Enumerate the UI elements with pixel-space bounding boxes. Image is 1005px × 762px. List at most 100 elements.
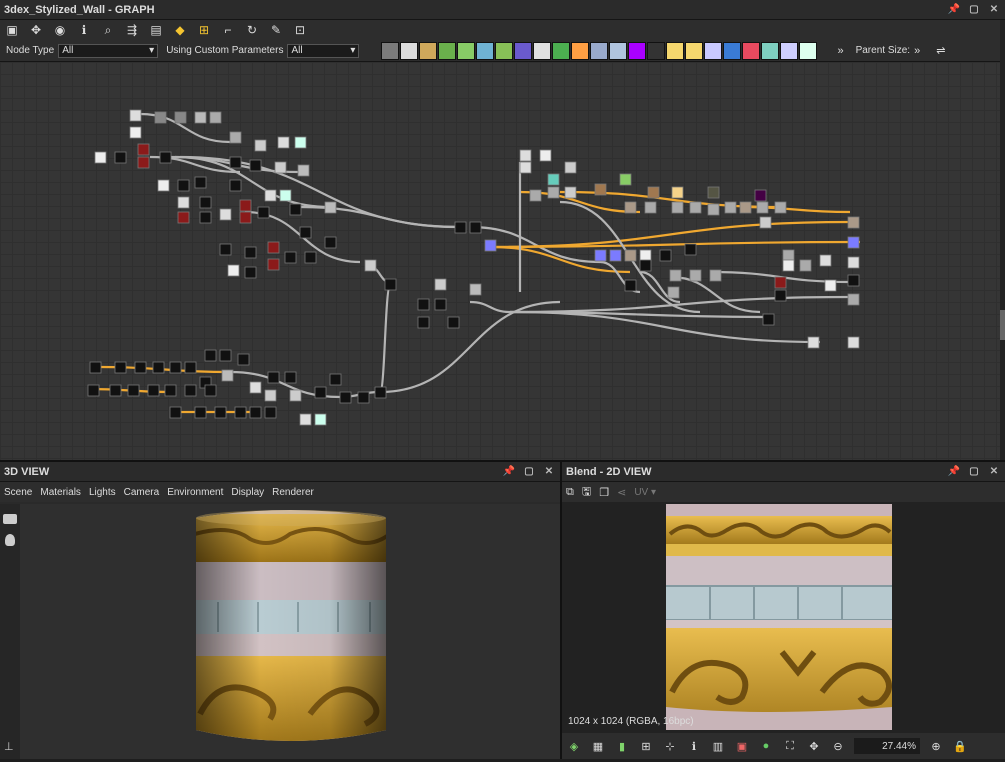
menu-environment[interactable]: Environment: [167, 487, 223, 498]
pan-icon[interactable]: ✥: [28, 22, 44, 38]
graph-node[interactable]: [169, 406, 182, 419]
graph-node[interactable]: [114, 151, 127, 164]
graph-node[interactable]: [329, 373, 342, 386]
graph-node[interactable]: [221, 369, 234, 382]
graph-node[interactable]: [774, 201, 787, 214]
graph-node[interactable]: [237, 353, 250, 366]
graph-node[interactable]: [669, 269, 682, 282]
python-icon[interactable]: ◆: [172, 22, 188, 38]
graph-node[interactable]: [671, 201, 684, 214]
graph-node[interactable]: [267, 371, 280, 384]
graph-node[interactable]: [239, 211, 252, 224]
graph-node[interactable]: [184, 384, 197, 397]
graph-node[interactable]: [194, 111, 207, 124]
graph-node[interactable]: [267, 258, 280, 271]
texture-preview[interactable]: 1024 x 1024 (RGBA, 16bpc): [562, 502, 1005, 733]
graph-node[interactable]: [609, 249, 622, 262]
light-bulb-icon[interactable]: [5, 534, 15, 546]
graph-node[interactable]: [264, 189, 277, 202]
library-node-icon[interactable]: [514, 41, 533, 60]
graph-node[interactable]: [364, 259, 377, 272]
info-icon[interactable]: ℹ: [686, 738, 702, 754]
graph-node[interactable]: [244, 246, 257, 259]
graph-node[interactable]: [824, 279, 837, 292]
tools-icon[interactable]: ✎: [268, 22, 284, 38]
duplicate-icon[interactable]: ❐: [599, 486, 609, 499]
graph-node[interactable]: [756, 201, 769, 214]
graph-node[interactable]: [847, 256, 860, 269]
graph-node[interactable]: [564, 161, 577, 174]
graph-node[interactable]: [357, 391, 370, 404]
connect-icon[interactable]: ⌐: [220, 22, 236, 38]
graph-node[interactable]: [204, 349, 217, 362]
color-picker-icon[interactable]: ▣: [734, 738, 750, 754]
flow-icon[interactable]: ⇶: [124, 22, 140, 38]
library-node-icon[interactable]: [780, 41, 799, 60]
refresh-icon[interactable]: ↻: [244, 22, 260, 38]
graph-node[interactable]: [177, 179, 190, 192]
graph-node[interactable]: [199, 196, 212, 209]
view2d-viewport[interactable]: 1024 x 1024 (RGBA, 16bpc): [562, 502, 1005, 733]
graph-node[interactable]: [799, 259, 812, 272]
menu-lights[interactable]: Lights: [89, 487, 116, 498]
video-camera-icon[interactable]: [3, 514, 17, 524]
graph-node[interactable]: [434, 278, 447, 291]
maximize-icon[interactable]: ▢: [967, 465, 981, 479]
graph-node[interactable]: [624, 279, 637, 292]
link-mode-icon[interactable]: ⇌: [936, 44, 945, 57]
graph-node[interactable]: [847, 293, 860, 306]
close-icon[interactable]: ✕: [542, 465, 556, 479]
channels-icon[interactable]: ●: [758, 738, 774, 754]
graph-node[interactable]: [304, 251, 317, 264]
graph-node[interactable]: [274, 161, 287, 174]
graph-node[interactable]: [384, 278, 397, 291]
graph-node[interactable]: [157, 179, 170, 192]
graph-node[interactable]: [227, 264, 240, 277]
fit-icon[interactable]: ▣: [4, 22, 20, 38]
graph-node[interactable]: [234, 406, 247, 419]
graph-node[interactable]: [324, 236, 337, 249]
library-node-icon[interactable]: [590, 41, 609, 60]
cylinder-preview[interactable]: [20, 504, 560, 759]
graph-node[interactable]: [739, 201, 752, 214]
graph-node[interactable]: [314, 413, 327, 426]
library-node-icon[interactable]: [609, 41, 628, 60]
search-icon[interactable]: ⌕: [100, 22, 116, 38]
graph-node[interactable]: [434, 298, 447, 311]
graph-node[interactable]: [707, 203, 720, 216]
graph-node[interactable]: [417, 316, 430, 329]
axis-icon[interactable]: ⊥: [4, 740, 14, 753]
graph-node[interactable]: [114, 361, 127, 374]
parent-size-more-icon[interactable]: »: [914, 45, 920, 57]
graph-node[interactable]: [147, 384, 160, 397]
menu-materials[interactable]: Materials: [40, 487, 81, 498]
graph-node[interactable]: [229, 179, 242, 192]
graph-canvas[interactable]: [0, 62, 1000, 460]
scrollbar-thumb[interactable]: [1000, 310, 1005, 340]
graph-node[interactable]: [229, 131, 242, 144]
close-icon[interactable]: ✕: [987, 3, 1001, 17]
graph-node[interactable]: [807, 336, 820, 349]
graph-node[interactable]: [847, 216, 860, 229]
graph-node[interactable]: [299, 226, 312, 239]
layout-icon[interactable]: ⊞: [196, 22, 212, 38]
pin-icon[interactable]: 📌: [947, 3, 961, 17]
graph-node[interactable]: [519, 161, 532, 174]
graph-node[interactable]: [754, 189, 767, 202]
graph-node[interactable]: [659, 249, 672, 262]
pin-icon[interactable]: 📌: [947, 465, 961, 479]
graph-node[interactable]: [164, 384, 177, 397]
uv-select[interactable]: UV ▾: [634, 487, 656, 498]
graph-node[interactable]: [289, 389, 302, 402]
graph-node[interactable]: [819, 254, 832, 267]
graph-node[interactable]: [671, 186, 684, 199]
library-node-icon[interactable]: [419, 41, 438, 60]
zoom-out-icon[interactable]: ⊖: [830, 738, 846, 754]
graph-node[interactable]: [159, 151, 172, 164]
graph-node[interactable]: [639, 259, 652, 272]
library-node-icon[interactable]: [742, 41, 761, 60]
graph-node[interactable]: [177, 211, 190, 224]
graph-node[interactable]: [619, 173, 632, 186]
library-node-icon[interactable]: [476, 41, 495, 60]
graph-node[interactable]: [374, 386, 387, 399]
